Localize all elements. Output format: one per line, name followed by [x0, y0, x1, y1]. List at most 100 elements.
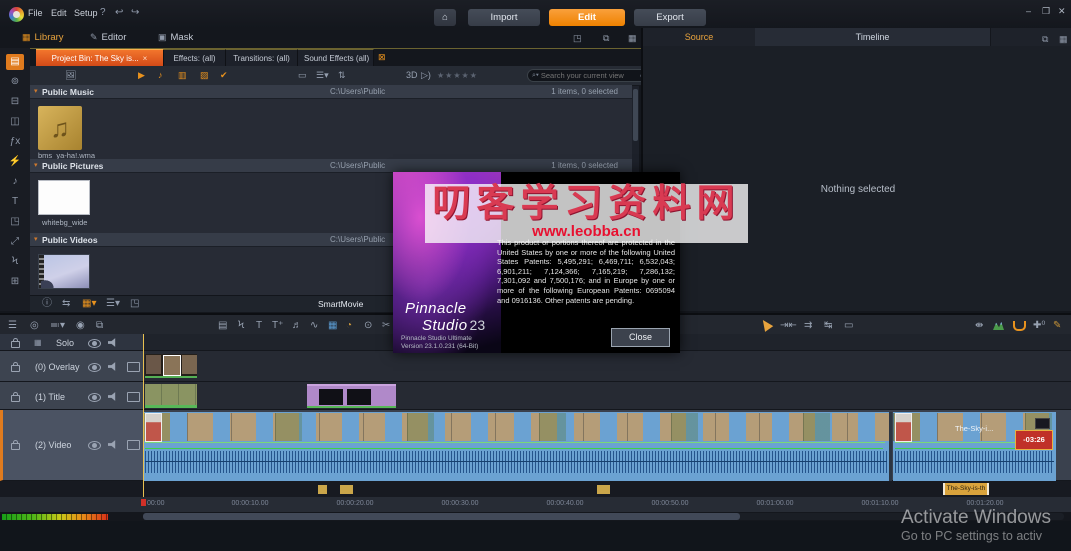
collapse-arrow-icon[interactable]: ▾: [34, 87, 38, 95]
target-icon[interactable]: ◉: [76, 320, 85, 331]
filter-projects-icon[interactable]: ▨: [200, 70, 209, 81]
track-header-solo[interactable]: ▦ Solo: [0, 334, 143, 351]
eye-visibility-icon[interactable]: [88, 363, 101, 372]
track-header-overlay[interactable]: (0) Overlay: [0, 351, 143, 382]
scrollbar-thumb[interactable]: [143, 513, 740, 520]
wave-icon[interactable]: ∿: [310, 320, 318, 331]
sidebar-music-icon[interactable]: ♪: [6, 174, 24, 190]
copy-timeline-icon[interactable]: ⧉: [96, 320, 103, 331]
menu-file[interactable]: File: [28, 8, 43, 18]
track-header-title[interactable]: (1) Title: [0, 382, 143, 410]
navigator-clip[interactable]: The-Sky-is-th: [943, 483, 989, 495]
sidebar-video-icon[interactable]: ◫: [6, 114, 24, 130]
rating-filter-stars[interactable]: ★★★★★: [437, 70, 478, 81]
undo-icon[interactable]: ↩: [115, 8, 123, 18]
sidebar-titles-icon[interactable]: T: [6, 194, 24, 210]
library-search[interactable]: ⌕▾ ⊗: [527, 69, 649, 82]
link-icon[interactable]: ⊙: [364, 320, 372, 331]
scrollbar-thumb[interactable]: [633, 89, 638, 141]
home-button[interactable]: ⌂: [434, 9, 456, 26]
keyboard-icon[interactable]: ▦: [34, 338, 42, 348]
info-icon[interactable]: ⓘ: [42, 299, 52, 309]
search-input[interactable]: [538, 71, 640, 80]
lock-icon[interactable]: [11, 362, 20, 372]
speaker-mute-icon[interactable]: [108, 392, 116, 401]
duplicate-panel-icon[interactable]: ⧉: [603, 33, 609, 44]
sidebar-collections-icon[interactable]: ⊚: [6, 74, 24, 90]
three-d-label[interactable]: 3D: [406, 70, 418, 81]
collapse-arrow-icon[interactable]: ▾: [34, 235, 38, 243]
magnet-snap-icon[interactable]: [1013, 321, 1026, 331]
track-list-icon[interactable]: ☰: [8, 320, 17, 331]
tab-timeline[interactable]: Timeline: [755, 28, 991, 46]
playhead-line[interactable]: [143, 334, 144, 497]
pie-render-icon[interactable]: ◔: [346, 320, 352, 331]
razor-icon[interactable]: ✂: [382, 320, 390, 331]
asset-filename[interactable]: whitebg_wide: [42, 218, 87, 227]
close-tab-icon[interactable]: ×: [143, 54, 148, 63]
scene-detect-icon[interactable]: [993, 321, 1004, 330]
fit-timeline-icon[interactable]: ⇼: [975, 320, 983, 331]
audio-mixer-icon[interactable]: ▤: [218, 320, 227, 331]
sidebar-fx-icon[interactable]: ƒx: [6, 134, 24, 150]
timeline-hscrollbar[interactable]: [143, 513, 1064, 520]
bin-tab-transitions[interactable]: Transitions: (all): [226, 49, 298, 66]
motion-title-icon[interactable]: T⁺: [272, 320, 283, 331]
speaker-mute-icon[interactable]: [108, 362, 116, 371]
section-header-public-pictures[interactable]: ▾ Public Pictures C:\Users\Public 1 item…: [30, 159, 632, 173]
collapse-arrow-icon[interactable]: ▾: [34, 161, 38, 169]
bin-tab-project[interactable]: Project Bin: The Sky is... ×: [36, 49, 164, 66]
bin-tab-effects[interactable]: Effects: (all): [164, 49, 226, 66]
section-header-public-music[interactable]: ▾ Public Music C:\Users\Public 1 items, …: [30, 85, 632, 99]
eye-visibility-icon[interactable]: [88, 441, 101, 450]
overlay-clip[interactable]: [145, 354, 197, 378]
layout-grid-icon[interactable]: ▦: [628, 33, 637, 44]
group-folder-icon[interactable]: ▭: [298, 70, 307, 81]
view-mode-icon[interactable]: ☰▾: [316, 70, 329, 81]
restore-button[interactable]: ❐: [1042, 6, 1050, 17]
filter-audio-icon[interactable]: ♪: [158, 70, 163, 81]
filter-video-icon[interactable]: ▶: [138, 70, 145, 81]
detach-preview-icon[interactable]: ⧉: [1042, 34, 1048, 45]
tab-editor[interactable]: ✎ Editor: [90, 32, 126, 43]
sidebar-sound-fx-icon[interactable]: Ϟ: [6, 254, 24, 270]
sidebar-montage-icon[interactable]: ⊞: [6, 274, 24, 290]
sidebar-overlays-icon[interactable]: ◳: [6, 214, 24, 230]
sidebar-project-bin-icon[interactable]: ▤: [6, 54, 24, 70]
voiceover-mic-icon[interactable]: ♬: [292, 320, 302, 331]
picture-asset-thumbnail[interactable]: [38, 180, 90, 215]
edit-button[interactable]: Edit: [549, 9, 625, 26]
timeline-ruler[interactable]: 00:00 00:00:10.00 00:00:20.00 00:00:30.0…: [0, 497, 1071, 513]
close-button[interactable]: ✕: [1058, 6, 1066, 17]
split-clip-icon[interactable]: ↹: [824, 320, 832, 331]
scene-view-icon[interactable]: ◳: [130, 299, 139, 309]
navigator-marker[interactable]: [318, 485, 327, 494]
minimize-button[interactable]: –: [1026, 6, 1031, 16]
detach-panel-icon[interactable]: ◳: [573, 33, 582, 44]
ruler-playhead-icon[interactable]: [141, 499, 146, 506]
tab-mask[interactable]: ▣ Mask: [158, 32, 193, 43]
multicam-grid-icon[interactable]: ▦: [328, 320, 337, 331]
navigator-marker[interactable]: [597, 485, 610, 494]
sort-icon[interactable]: ⇅: [338, 70, 346, 81]
title-tool-icon[interactable]: T: [256, 320, 262, 331]
tab-source[interactable]: Source: [643, 28, 756, 46]
redo-icon[interactable]: ↪: [131, 8, 139, 18]
video-asset-thumbnail[interactable]: [38, 254, 90, 289]
eye-visibility-icon[interactable]: [88, 393, 101, 402]
edit-pencil-icon[interactable]: ✎: [1053, 320, 1061, 331]
smartmovie-button[interactable]: SmartMovie: [318, 299, 363, 309]
refresh-icon[interactable]: ⇆: [62, 299, 70, 309]
track-monitor-icon[interactable]: [127, 392, 140, 402]
navigator-marker[interactable]: [340, 485, 353, 494]
track-header-video[interactable]: (2) Video: [0, 410, 143, 481]
trim-mode-icon[interactable]: ⇥⇤: [780, 320, 797, 331]
tab-library[interactable]: ▦ Library: [22, 32, 64, 43]
add-track-icon[interactable]: ✚⁰: [1033, 320, 1045, 331]
title-clip-1[interactable]: [145, 384, 197, 408]
preview-sound-icon[interactable]: ▷): [421, 70, 431, 81]
import-media-icon[interactable]: 🖼: [65, 70, 76, 81]
title-clip-2[interactable]: [307, 384, 396, 408]
menu-setup[interactable]: Setup: [74, 8, 98, 18]
lane-overlay[interactable]: [143, 351, 1071, 382]
